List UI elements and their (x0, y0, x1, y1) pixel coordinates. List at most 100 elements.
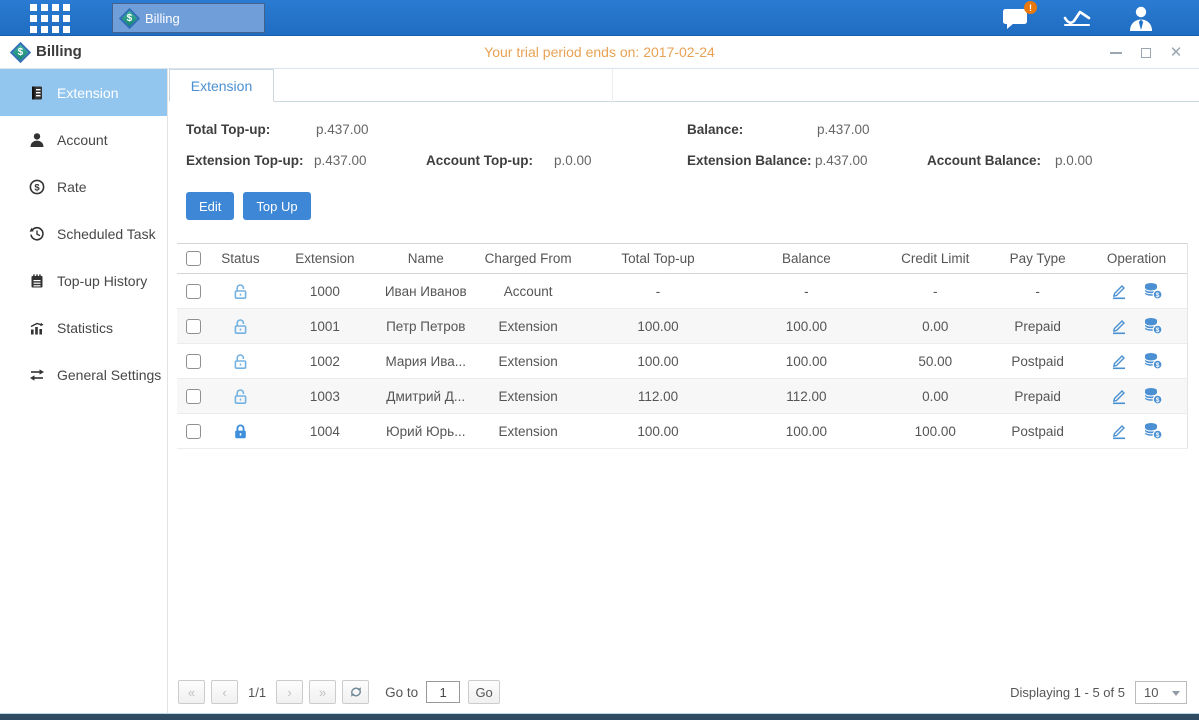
sidebar-item-label: Scheduled Task (57, 226, 156, 242)
first-page-button[interactable]: « (178, 680, 205, 704)
sidebar-item-rate[interactable]: $ Rate (0, 163, 167, 210)
sidebar-item-account[interactable]: Account (0, 116, 167, 163)
row-checkbox[interactable] (186, 389, 201, 404)
chart-icon[interactable] (1063, 6, 1093, 30)
cell-total-topup: - (585, 284, 732, 299)
cell-pay-type: Prepaid (989, 319, 1086, 334)
extension-balance-value: p.437.00 (815, 153, 927, 168)
cell-credit-limit: 0.00 (881, 389, 989, 404)
topup-coins-icon[interactable]: $ (1143, 387, 1163, 405)
edit-pencil-icon[interactable] (1110, 352, 1128, 370)
user-icon[interactable] (1127, 5, 1155, 32)
edit-button[interactable]: Edit (186, 192, 234, 220)
refresh-icon[interactable] (342, 680, 369, 704)
topup-coins-icon[interactable]: $ (1143, 352, 1163, 370)
extension-topup-value: p.437.00 (314, 153, 426, 168)
cell-balance: 100.00 (731, 424, 881, 439)
cell-charged-from: Extension (472, 354, 585, 369)
cell-total-topup: 100.00 (585, 424, 732, 439)
taskbar-tab-billing[interactable]: $ Billing (112, 3, 265, 33)
row-checkbox[interactable] (186, 319, 201, 334)
row-checkbox[interactable] (186, 284, 201, 299)
cell-extension: 1000 (270, 284, 380, 299)
cell-credit-limit: 0.00 (881, 319, 989, 334)
pagination-bar: « ‹ 1/1 › » Go to Go Displaying 1 - 5 of… (178, 679, 1187, 705)
main-content: Extension Total Top-up: p.437.00 Extensi… (169, 69, 1199, 713)
unlocked-icon (232, 353, 249, 370)
sidebar-item-statistics[interactable]: Statistics (0, 304, 167, 351)
tab-bar: Extension (169, 69, 1199, 102)
sidebar-item-general-settings[interactable]: General Settings (0, 351, 167, 398)
cell-total-topup: 100.00 (585, 354, 732, 369)
cell-name: Мария Ива... (380, 354, 472, 369)
column-header-pay-type: Pay Type (989, 251, 1086, 266)
app-grid-icon[interactable] (30, 4, 76, 33)
sidebar-item-topup-history[interactable]: Top-up History (0, 257, 167, 304)
cell-total-topup: 112.00 (585, 389, 732, 404)
ledger-icon (29, 85, 45, 101)
cell-pay-type: Postpaid (989, 354, 1086, 369)
edit-pencil-icon[interactable] (1110, 387, 1128, 405)
cell-pay-type: Prepaid (989, 389, 1086, 404)
svg-text:$: $ (1156, 362, 1160, 369)
dollar-diamond-icon: $ (119, 7, 140, 28)
sidebar-item-label: Statistics (57, 320, 113, 336)
sidebar: Extension Account $ Rate Scheduled Task (0, 69, 168, 713)
next-page-button[interactable]: › (276, 680, 303, 704)
chevron-down-icon (1172, 691, 1180, 696)
cell-credit-limit: 50.00 (881, 354, 989, 369)
close-icon[interactable]: ✕ (1169, 46, 1183, 60)
extension-balance-label: Extension Balance: (687, 153, 815, 168)
maximize-icon[interactable] (1139, 46, 1153, 60)
edit-pencil-icon[interactable] (1110, 422, 1128, 440)
sidebar-item-extension[interactable]: Extension (0, 69, 167, 116)
chat-icon[interactable]: ! (1001, 6, 1029, 30)
last-page-button[interactable]: » (309, 680, 336, 704)
edit-pencil-icon[interactable] (1110, 282, 1128, 300)
cell-charged-from: Account (472, 284, 585, 299)
prev-page-button[interactable]: ‹ (211, 680, 238, 704)
column-header-name: Name (380, 251, 472, 266)
goto-label: Go to (385, 685, 418, 700)
person-icon (29, 132, 45, 148)
edit-pencil-icon[interactable] (1110, 317, 1128, 335)
cell-name: Юрий Юрь... (380, 424, 472, 439)
cell-total-topup: 100.00 (585, 319, 732, 334)
topup-coins-icon[interactable]: $ (1143, 422, 1163, 440)
topup-coins-icon[interactable]: $ (1143, 317, 1163, 335)
account-topup-value: p.0.00 (554, 153, 592, 168)
goto-page-input[interactable] (426, 681, 460, 703)
select-all-checkbox[interactable] (186, 251, 201, 266)
sidebar-item-label: Top-up History (57, 273, 147, 289)
billing-app-window: $ Billing ! (0, 0, 1199, 720)
unlocked-icon (232, 388, 249, 405)
cell-balance: 100.00 (731, 354, 881, 369)
sidebar-item-scheduled-task[interactable]: Scheduled Task (0, 210, 167, 257)
transfer-arrows-icon (29, 367, 45, 383)
table-header: Status Extension Name Charged From Total… (177, 243, 1187, 274)
total-topup-label: Total Top-up: (186, 122, 316, 137)
page-size-value: 10 (1144, 685, 1158, 700)
cell-extension: 1004 (270, 424, 380, 439)
cell-balance: 100.00 (731, 319, 881, 334)
top-taskbar: $ Billing ! (0, 0, 1199, 36)
window-bottom-edge (0, 713, 1199, 720)
minimize-icon[interactable] (1109, 46, 1123, 60)
tab-extension[interactable]: Extension (169, 69, 274, 102)
row-checkbox[interactable] (186, 424, 201, 439)
dollar-circle-icon: $ (29, 179, 45, 195)
table-body: 1000 Иван Иванов Account - - - - (177, 274, 1187, 449)
row-checkbox[interactable] (186, 354, 201, 369)
page-size-select[interactable]: 10 (1135, 681, 1187, 704)
table-row: 1002 Мария Ива... Extension 100.00 100.0… (177, 344, 1187, 379)
go-button[interactable]: Go (468, 680, 500, 704)
unlocked-icon (232, 283, 249, 300)
sidebar-item-label: Extension (57, 85, 118, 101)
top-up-button[interactable]: Top Up (243, 192, 310, 220)
cell-pay-type: Postpaid (989, 424, 1086, 439)
column-header-total-topup: Total Top-up (585, 251, 732, 266)
cell-charged-from: Extension (472, 319, 585, 334)
bar-chart-icon (29, 320, 45, 336)
topup-coins-icon[interactable]: $ (1143, 282, 1163, 300)
account-topup-label: Account Top-up: (426, 153, 554, 168)
